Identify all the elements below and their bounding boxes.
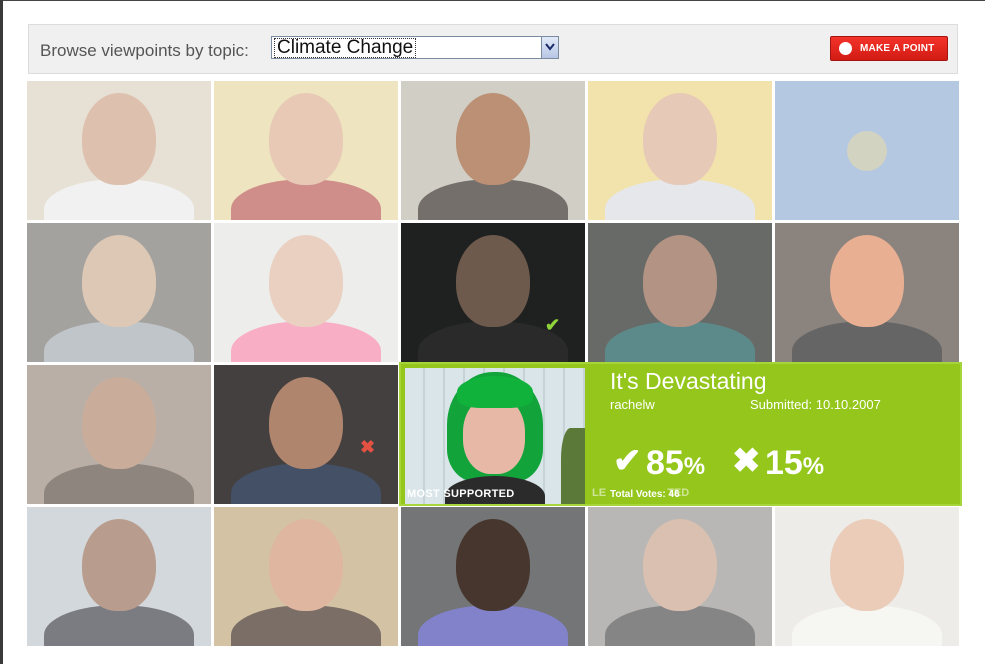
support-percent: 85 xyxy=(645,444,684,482)
viewpoint-thumbnail[interactable] xyxy=(27,507,211,646)
window-top-border xyxy=(0,0,985,1)
support-stat: ✔ 85% xyxy=(613,444,705,482)
viewpoint-thumbnail[interactable] xyxy=(27,223,211,362)
submitted-date: Submitted: 10.10.2007 xyxy=(750,397,881,412)
topic-selected-value: Climate Change xyxy=(274,38,417,58)
record-icon xyxy=(839,42,852,55)
make-a-point-label: MAKE A POINT xyxy=(860,43,935,54)
cross-icon: ✖ xyxy=(732,442,761,480)
viewpoint-thumbnail[interactable] xyxy=(588,223,772,362)
viewpoint-thumbnail[interactable] xyxy=(401,507,585,646)
viewpoint-thumbnail[interactable] xyxy=(27,81,211,220)
featured-viewpoint-panel[interactable]: MOST SUPPORTED LE TED It's Devastating r… xyxy=(399,362,962,506)
support-percent-sign: % xyxy=(683,453,706,480)
viewpoint-author[interactable]: rachelw xyxy=(610,397,655,412)
viewpoint-thumbnail[interactable]: ✖ xyxy=(214,365,398,504)
most-supported-badge: MOST SUPPORTED xyxy=(407,488,515,500)
dropdown-arrow-button[interactable] xyxy=(541,37,558,58)
viewpoint-thumbnail[interactable] xyxy=(588,507,772,646)
oppose-percent: 15 xyxy=(764,444,803,482)
viewpoint-thumbnail[interactable] xyxy=(775,507,959,646)
viewpoint-thumbnail[interactable] xyxy=(214,81,398,220)
oppose-stat: ✖ 15% xyxy=(732,444,824,482)
viewpoint-thumbnail[interactable] xyxy=(214,223,398,362)
chevron-down-icon xyxy=(545,43,555,51)
viewpoint-title[interactable]: It's Devastating xyxy=(610,368,767,395)
viewpoint-thumbnail[interactable]: ✔ xyxy=(401,223,585,362)
topic-toolbar: Browse viewpoints by topic: Climate Chan… xyxy=(28,24,958,74)
viewpoint-thumbnail[interactable] xyxy=(775,223,959,362)
viewpoint-thumbnail[interactable] xyxy=(401,81,585,220)
viewpoint-thumbnail[interactable] xyxy=(214,507,398,646)
viewpoint-thumbnail[interactable] xyxy=(588,81,772,220)
total-votes: Total Votes: 46 xyxy=(610,489,680,500)
topic-dropdown[interactable]: Climate Change xyxy=(271,36,559,59)
viewpoint-thumbnail[interactable] xyxy=(775,81,959,220)
check-icon: ✔ xyxy=(613,442,642,480)
check-icon: ✔ xyxy=(545,315,561,335)
featured-thumbnail[interactable]: MOST SUPPORTED xyxy=(405,368,585,504)
viewpoint-thumbnail[interactable] xyxy=(27,365,211,504)
make-a-point-button[interactable]: MAKE A POINT xyxy=(830,36,948,61)
window-left-border xyxy=(0,0,3,664)
oppose-percent-sign: % xyxy=(802,453,825,480)
browse-topic-label: Browse viewpoints by topic: xyxy=(40,41,249,60)
